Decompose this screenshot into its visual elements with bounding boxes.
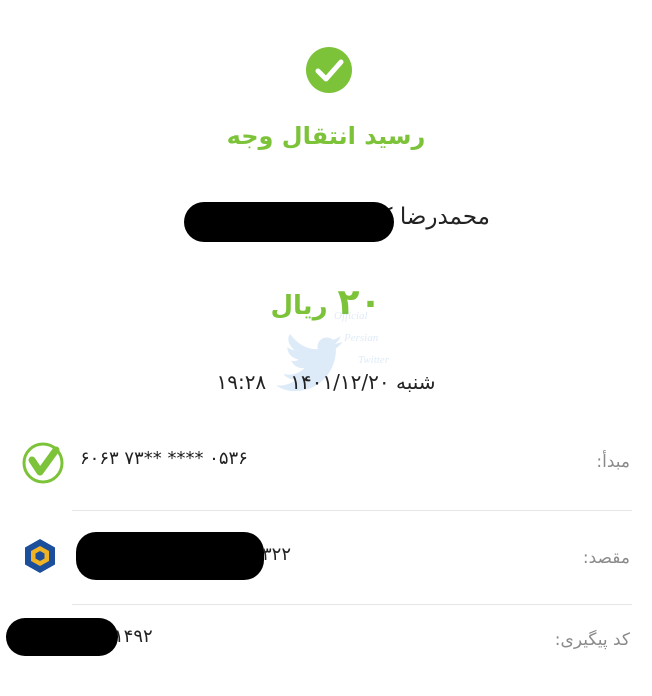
destination-label: مقصد: [582,548,630,568]
receipt-title: رسید انتقال وجه [226,122,426,150]
watermark-line-2: Persian [344,332,379,344]
redaction-mark [76,532,264,580]
source-bank-check-icon [22,442,64,484]
watermark-line-1: Official [334,310,368,322]
destination-card-suffix: ۳۲۲ [262,544,292,565]
recipient-name-row: محمدرضا ک [160,198,496,242]
tracking-row: ۱۴۹۲ کد پیگیری: [0,604,652,696]
tracking-label: کد پیگیری: [554,630,630,650]
destination-row: ۳۲۲ مقصد: [0,510,652,602]
success-check-icon [306,47,352,93]
source-label: مبدأ: [596,452,630,472]
transaction-time: ۱۹:۲۸ [216,370,267,394]
source-card-number: ۶۰۶۳ ۷۳** **** ۰۵۳۶ [80,448,248,469]
redaction-mark [6,618,118,656]
transfer-receipt: رسید انتقال وجه محمدرضا ک ۲۰ریال Officia… [0,0,652,686]
transaction-datetime: ۱۹:۲۸ شنبه ۱۴۰۱/۱۲/۲۰ [0,370,652,394]
tracking-code-suffix: ۱۴۹۲ [114,626,153,647]
destination-bank-icon [22,538,58,574]
watermark-line-3: Twitter [358,354,389,366]
transaction-date: شنبه ۱۴۰۱/۱۲/۲۰ [290,370,436,394]
redaction-mark [184,202,394,242]
source-row: ۶۰۶۳ ۷۳** **** ۰۵۳۶ مبدأ: [0,418,652,510]
